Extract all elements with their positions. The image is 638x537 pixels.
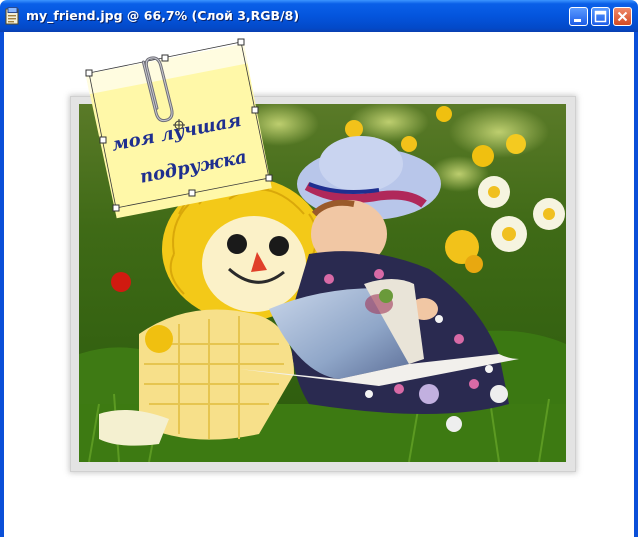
- minimize-icon: [574, 19, 581, 22]
- close-button[interactable]: [613, 7, 632, 26]
- document-window: my_friend.jpg @ 66,7% (Слой 3,RGB/8) моя…: [0, 0, 638, 537]
- title-bar[interactable]: my_friend.jpg @ 66,7% (Слой 3,RGB/8): [0, 0, 638, 32]
- window-title: my_friend.jpg @ 66,7% (Слой 3,RGB/8): [26, 8, 300, 23]
- photo-layer[interactable]: [79, 104, 566, 462]
- window-frame-right: [634, 32, 638, 537]
- maximize-icon: [594, 10, 607, 23]
- close-icon: [617, 11, 628, 22]
- minimize-button[interactable]: [569, 7, 588, 26]
- maximize-button[interactable]: [591, 7, 610, 26]
- photoshop-document-icon[interactable]: [5, 7, 21, 25]
- photo-image: [79, 104, 566, 462]
